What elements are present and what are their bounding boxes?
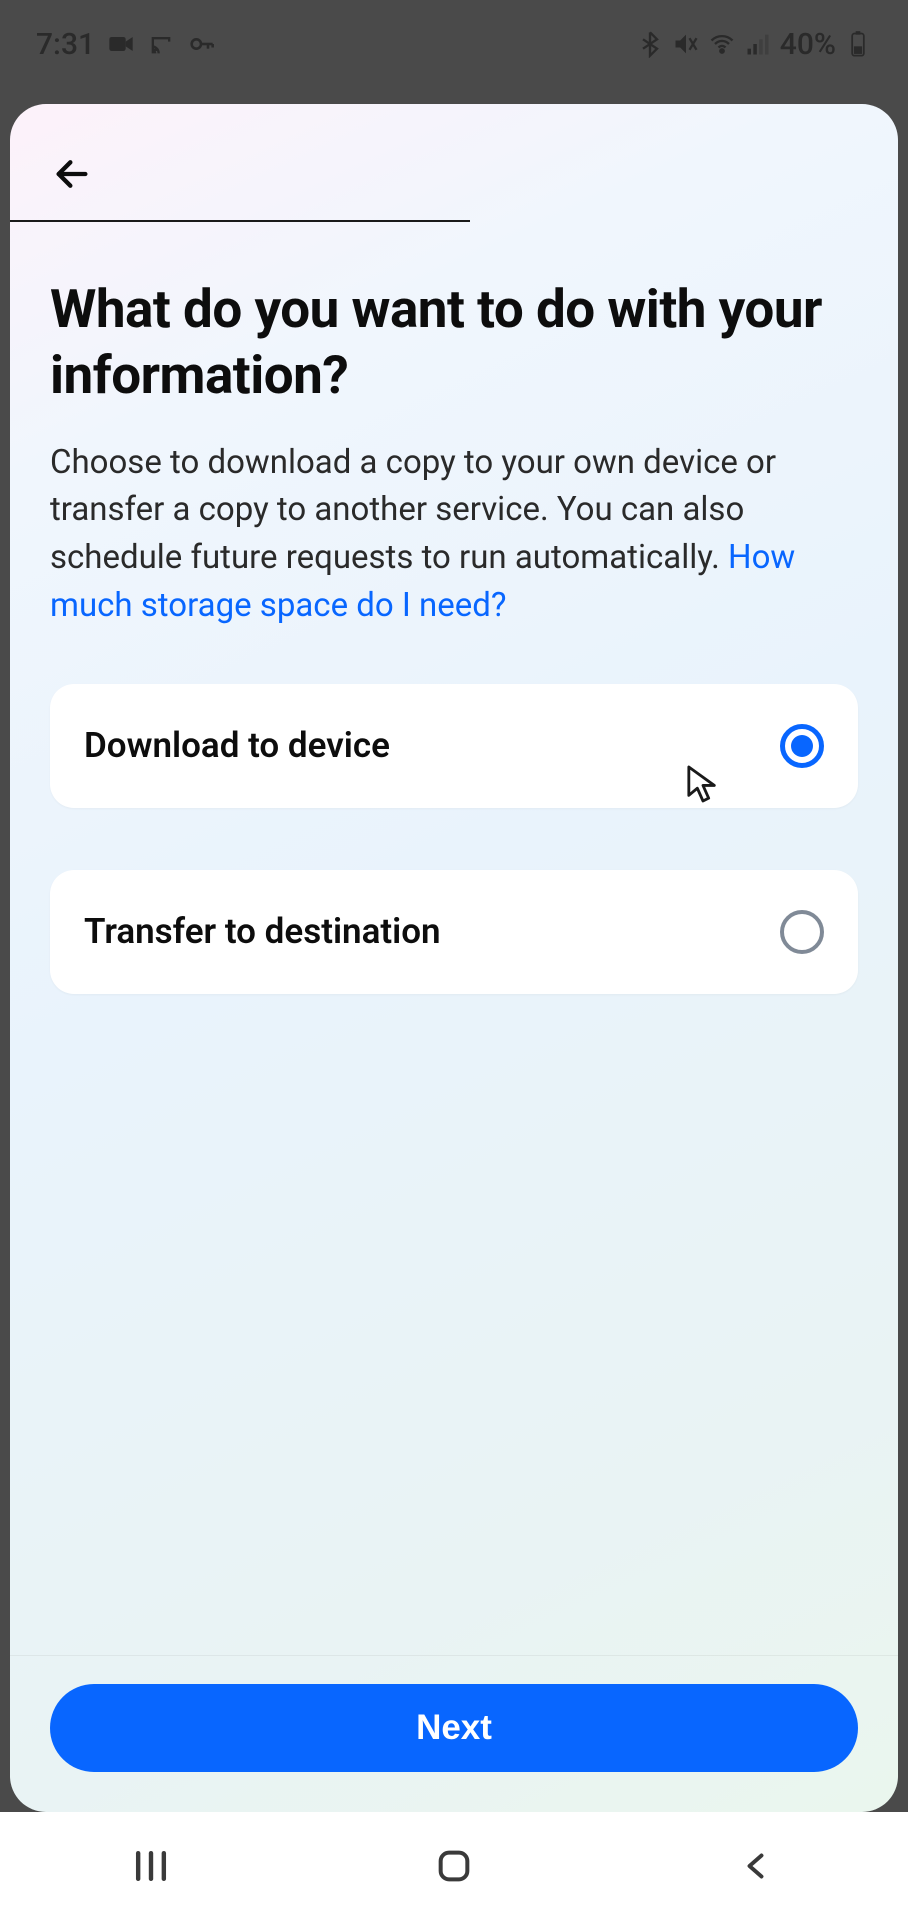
battery-percent: 40%: [780, 27, 836, 62]
back-nav-button[interactable]: [717, 1836, 797, 1896]
option-download-to-device[interactable]: Download to device: [50, 684, 858, 808]
back-button[interactable]: [50, 152, 94, 196]
next-button[interactable]: Next: [50, 1684, 858, 1772]
chevron-left-icon: [739, 1848, 775, 1884]
recents-icon: [129, 1844, 173, 1888]
status-left: 7:31: [36, 27, 215, 62]
option-label: Transfer to destination: [84, 911, 441, 952]
video-icon: [107, 30, 135, 58]
radio-unselected-icon: [780, 910, 824, 954]
content-area: What do you want to do with your informa…: [10, 222, 898, 1655]
bluetooth-icon: [636, 30, 664, 58]
radio-selected-icon: [780, 724, 824, 768]
modal-card: What do you want to do with your informa…: [10, 104, 898, 1812]
battery-icon: [844, 30, 872, 58]
option-transfer-to-destination[interactable]: Transfer to destination: [50, 870, 858, 994]
footer: Next: [10, 1655, 898, 1812]
mute-icon: [672, 30, 700, 58]
android-status-bar: 7:31 40%: [0, 0, 908, 88]
vpn-key-icon: [187, 30, 215, 58]
wifi-icon: [708, 30, 736, 58]
recent-apps-button[interactable]: [111, 1836, 191, 1896]
android-nav-bar: [0, 1812, 908, 1920]
status-time: 7:31: [36, 27, 95, 62]
page-description: Choose to download a copy to your own de…: [50, 439, 858, 630]
option-label: Download to device: [84, 725, 390, 766]
cast-icon: [147, 30, 175, 58]
options-list: Download to device Transfer to destinati…: [50, 684, 858, 994]
description-text: Choose to download a copy to your own de…: [50, 443, 776, 578]
page-title: What do you want to do with your informa…: [50, 276, 858, 409]
arrow-left-icon: [52, 154, 92, 194]
status-right: 40%: [636, 27, 872, 62]
home-icon: [434, 1846, 474, 1886]
home-button[interactable]: [414, 1836, 494, 1896]
signal-icon: [744, 30, 772, 58]
